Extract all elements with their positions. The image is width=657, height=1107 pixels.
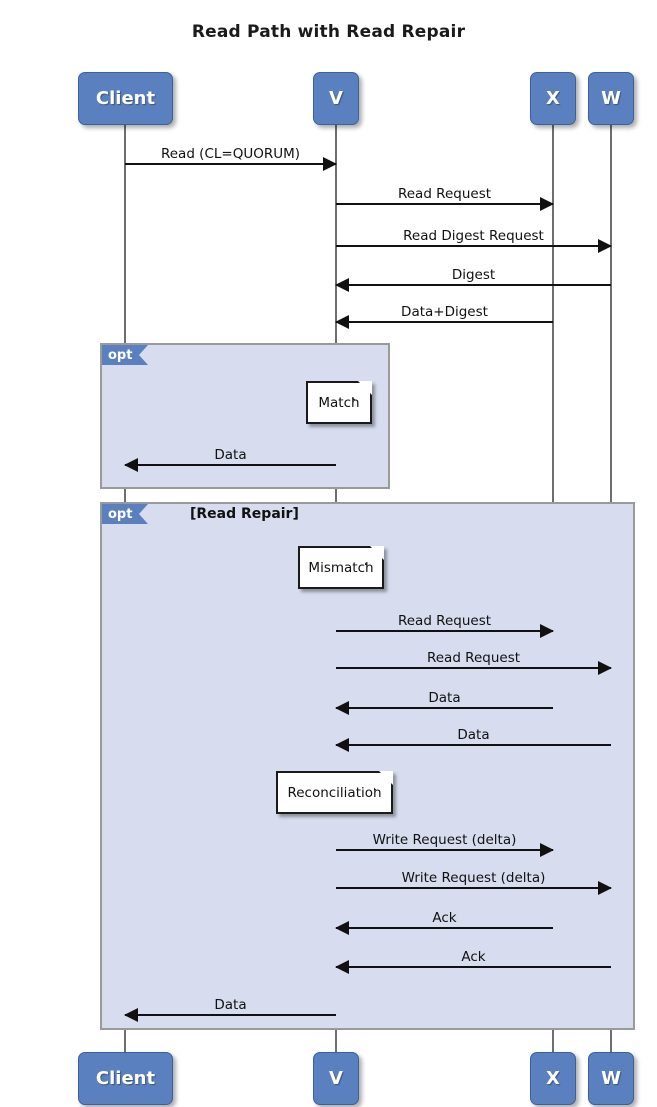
participant-w-footer[interactable]: W [588, 1052, 634, 1105]
message-label: Write Request (delta) [401, 870, 546, 886]
message-label: Read Digest Request [403, 228, 544, 244]
message-label: Read Request [397, 613, 492, 629]
message-10: Data [335, 727, 611, 752]
message-15: Data [124, 997, 336, 1022]
fragment-operator-label: opt [102, 504, 150, 524]
message-line [336, 321, 553, 323]
message-9: Data [335, 690, 553, 715]
message-line [336, 887, 611, 889]
participant-x-header[interactable]: X [530, 72, 576, 125]
note-mismatch: Mismatch [298, 546, 384, 589]
message-2: Read Request [336, 186, 554, 211]
message-line [336, 966, 611, 968]
message-label: Data [428, 690, 461, 706]
note-reconciliation: Reconciliation [276, 771, 393, 814]
message-12: Write Request (delta) [336, 870, 612, 895]
message-1: Read (CL=QUORUM) [125, 146, 337, 171]
message-line [336, 284, 611, 286]
message-label: Ack [461, 949, 486, 965]
participant-w-header[interactable]: W [588, 72, 634, 125]
message-line [336, 849, 553, 851]
message-line [125, 1014, 336, 1016]
participant-v-header[interactable]: V [313, 72, 359, 125]
message-line [125, 163, 336, 165]
message-label: Data [457, 727, 490, 743]
message-line [336, 744, 611, 746]
message-5: Data+Digest [335, 304, 553, 329]
message-11: Write Request (delta) [336, 832, 554, 857]
note-match: Match [306, 381, 372, 424]
sequence-diagram-canvas: Read Path with Read Repair opt opt [Read R… [0, 0, 657, 1107]
note-text: Reconciliation [287, 784, 382, 801]
message-14: Ack [335, 949, 611, 974]
fragment-operator-label: opt [102, 345, 150, 365]
note-text: Mismatch [308, 559, 374, 576]
message-7: Read Request [336, 613, 554, 638]
message-label: Ack [432, 910, 457, 926]
message-label: Data [214, 997, 247, 1013]
fragment-guard-label: [Read Repair] [190, 506, 299, 522]
note-fold-edge [374, 771, 393, 790]
message-label: Data+Digest [401, 304, 488, 320]
message-label: Read (CL=QUORUM) [160, 146, 301, 162]
message-line [336, 245, 611, 247]
message-line [336, 630, 553, 632]
note-fold-edge [365, 546, 384, 565]
message-line [336, 203, 553, 205]
message-line [336, 667, 611, 669]
participant-x-footer[interactable]: X [530, 1052, 576, 1105]
diagram-title: Read Path with Read Repair [191, 22, 466, 42]
participant-client-footer[interactable]: Client [78, 1052, 173, 1105]
message-label: Digest [451, 267, 496, 283]
message-line [336, 707, 553, 709]
message-label: Read Request [397, 186, 492, 202]
message-3: Read Digest Request [336, 228, 612, 253]
message-13: Ack [335, 910, 553, 935]
message-line [125, 464, 336, 466]
message-8: Read Request [336, 650, 612, 675]
message-label: Data [214, 447, 247, 463]
participant-v-footer[interactable]: V [313, 1052, 359, 1105]
participant-client-header[interactable]: Client [78, 72, 173, 125]
message-label: Write Request (delta) [372, 832, 517, 848]
message-label: Read Request [426, 650, 521, 666]
message-6: Data [124, 447, 336, 472]
message-4: Digest [335, 267, 611, 292]
message-line [336, 927, 553, 929]
note-fold-edge [353, 381, 372, 400]
